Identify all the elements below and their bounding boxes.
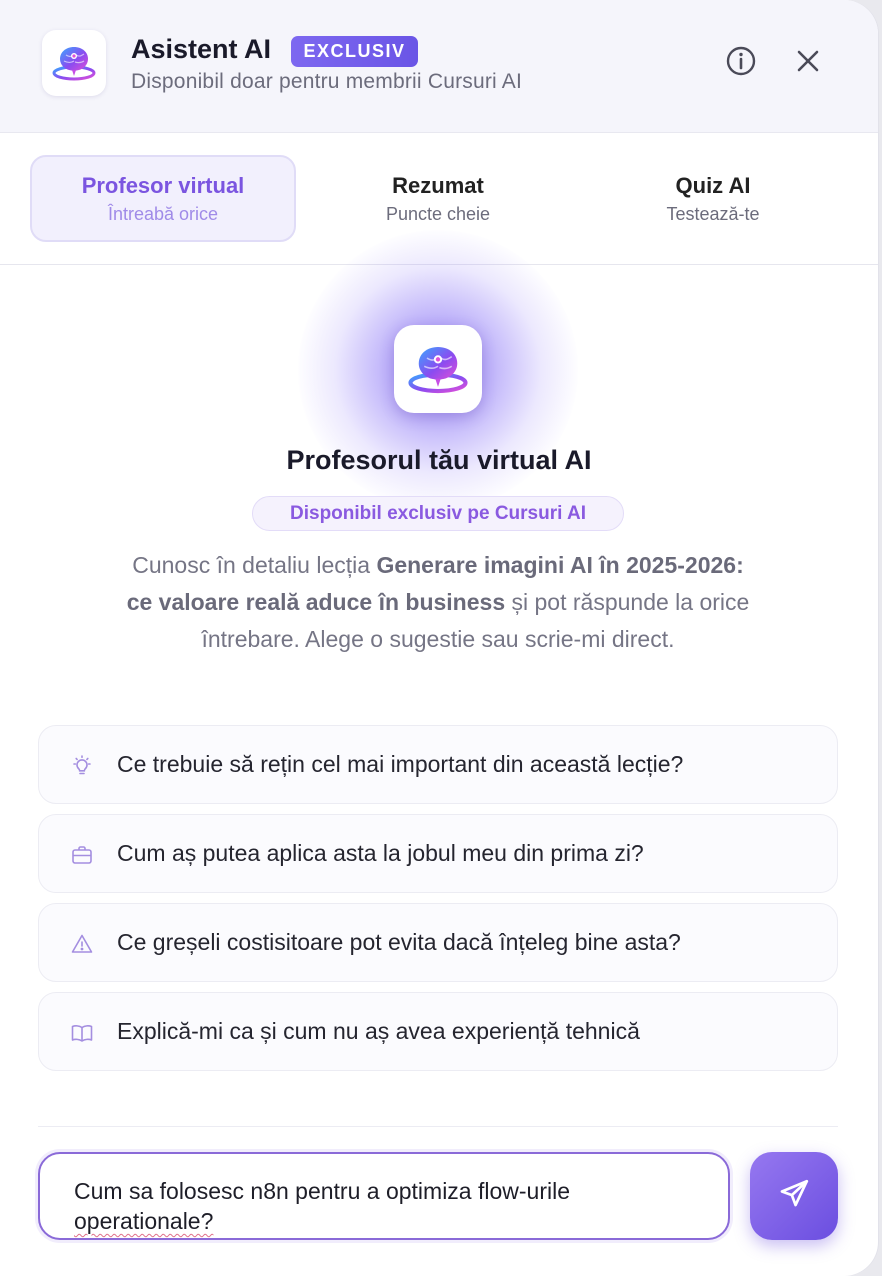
suggestion-button[interactable]: Explică-mi ca și cum nu aș avea experien…	[38, 992, 838, 1071]
lightbulb-icon	[69, 753, 95, 779]
header: Asistent AI EXCLUSIV Disponibil doar pen…	[0, 0, 878, 133]
ai-brain-icon	[42, 30, 106, 96]
tab-rezumat[interactable]: Rezumat Puncte cheie	[305, 155, 571, 242]
misspelled-word: operationale?	[74, 1208, 214, 1234]
exclusive-badge: EXCLUSIV	[291, 36, 418, 67]
hero-title: Profesorul tău virtual AI	[286, 445, 592, 475]
book-icon	[69, 1020, 95, 1046]
input-line: operationale?	[74, 1206, 696, 1236]
divider	[38, 1126, 838, 1127]
suggestion-button[interactable]: Cum aș putea aplica asta la jobul meu di…	[38, 814, 838, 893]
tab-sublabel: Testează-te	[666, 203, 760, 224]
tab-profesor-virtual[interactable]: Profesor virtual Întreabă orice	[30, 155, 296, 242]
assistant-panel: Asistent AI EXCLUSIV Disponibil doar pen…	[0, 0, 878, 1276]
suggestion-button[interactable]: Ce greșeli costisitoare pot evita dacă î…	[38, 903, 838, 982]
tab-label: Quiz AI	[675, 172, 751, 198]
tab-label: Rezumat	[392, 172, 484, 198]
info-icon[interactable]	[724, 44, 758, 78]
input-line: Cum sa folosesc n8n pentru a optimiza fl…	[74, 1178, 571, 1204]
tab-sublabel: Întreabă orice	[107, 203, 219, 224]
ai-brain-icon	[394, 325, 482, 413]
assistant-subtitle: Disponibil doar pentru membrii Cursuri A…	[131, 70, 523, 93]
lesson-description: Cunosc în detaliu lecția Generare imagin…	[120, 547, 756, 658]
assistant-title: Asistent AI	[131, 34, 272, 64]
tab-sublabel: Puncte cheie	[385, 203, 491, 224]
suggestion-text: Explică-mi ca și cum nu aș avea experien…	[117, 1018, 640, 1044]
briefcase-icon	[69, 842, 95, 868]
suggestion-text: Ce greșeli costisitoare pot evita dacă î…	[117, 929, 681, 955]
suggestion-text: Ce trebuie să rețin cel mai important di…	[117, 751, 684, 777]
send-button[interactable]	[750, 1152, 838, 1240]
suggestion-button[interactable]: Ce trebuie să rețin cel mai important di…	[38, 725, 838, 804]
tab-quiz-ai[interactable]: Quiz AI Testează-te	[580, 155, 846, 242]
warning-icon	[69, 931, 95, 957]
close-icon[interactable]	[791, 44, 825, 78]
send-icon	[777, 1177, 811, 1216]
desc-prefix: Cunosc în detaliu lecția	[132, 552, 377, 578]
tab-label: Profesor virtual	[81, 172, 245, 198]
suggestion-text: Cum aș putea aplica asta la jobul meu di…	[117, 840, 644, 866]
exclusive-pill: Disponibil exclusiv pe Cursuri AI	[252, 496, 624, 531]
message-input[interactable]: Cum sa folosesc n8n pentru a optimiza fl…	[38, 1152, 730, 1240]
